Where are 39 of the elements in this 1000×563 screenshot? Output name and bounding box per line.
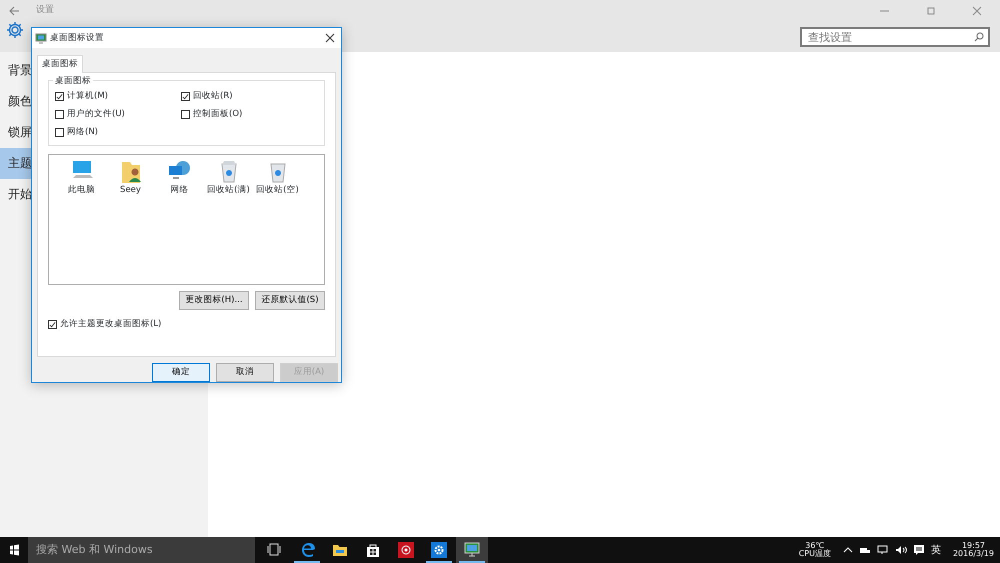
desktop-icon-item[interactable]: 回收站(空) [253,158,302,196]
network-icon[interactable] [876,545,889,555]
dialog-button[interactable]: 取消 [216,363,274,382]
desktop-icon-item[interactable]: Seey [106,158,155,196]
window-title: 设置 [36,4,54,18]
clock-time: 19:57 [962,542,986,550]
search-icon [972,30,986,44]
check-icon [56,92,63,101]
dialog-button[interactable]: 确定 [152,363,210,382]
check-icon [49,320,56,329]
checkbox[interactable]: 控制面板(O) [181,106,318,124]
notification-icon[interactable] [912,544,925,556]
checkbox[interactable]: 计算机(M) [55,88,181,106]
dialog-button[interactable]: 还原默认值(S) [255,290,325,310]
check-icon [182,92,189,101]
monitor-icon [463,541,481,559]
chevron-up-icon[interactable] [842,545,853,555]
speaker-icon[interactable] [894,545,907,555]
taskbar-app[interactable] [456,537,488,563]
app-icon [397,541,415,559]
tab[interactable]: 桌面图标 [37,54,83,73]
group-title: 桌面图标 [53,74,93,88]
checkbox[interactable]: 回收站(R) [181,88,318,106]
checkbox[interactable]: 用户的文件(U) [55,106,181,124]
desktop-icon-item[interactable]: 此电脑 [57,158,106,196]
desktop-icon-item[interactable]: 回收站(满) [204,158,253,196]
clock-date: 2016/3/19 [952,550,994,558]
checkbox[interactable]: 网络(N) [55,124,181,142]
input-method-indicator[interactable]: 英 [930,542,941,558]
checkbox[interactable]: 允许主题更改桌面图标(L) [48,316,325,334]
search-field[interactable]: 搜索 Web 和 Windows [28,537,255,563]
dialog-button[interactable]: 更改图标(H)... [179,290,249,310]
search-field[interactable]: 查找设置 [800,27,990,47]
gear-icon [430,541,448,559]
dialog-title: 桌面图标设置 [50,32,104,44]
desktop-icon-item[interactable]: 网络 [155,158,204,196]
temperature-label: CPU温度 [798,550,831,558]
temperature-reading: 36℃ [805,542,824,550]
monitor-icon [35,32,47,44]
